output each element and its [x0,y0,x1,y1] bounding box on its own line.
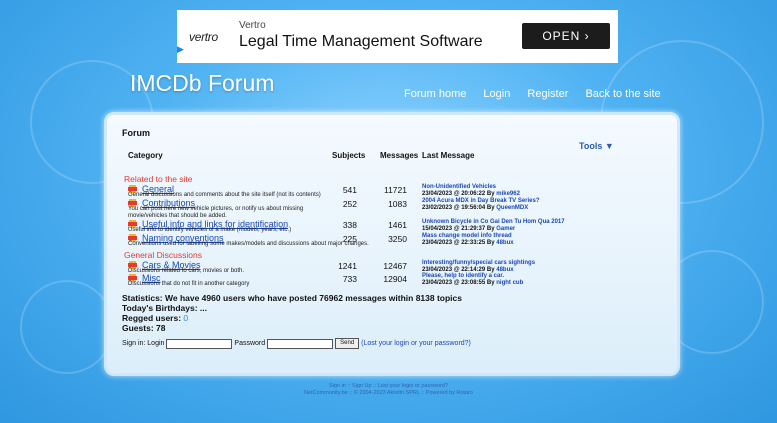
category-description: You can post here new vehicle pictures, … [128,206,304,219]
footer-copyright: NetCommunity.be :: © 2004-2023 Akretin S… [304,390,473,396]
login-label: Sign in: Login [122,340,165,347]
bg-swirl [20,280,114,374]
messages-count: 12904 [383,274,407,284]
messages-count: 3250 [388,234,407,244]
statistics-line: Statistics: We have 4960 users who have … [122,293,462,303]
last-date: 15/04/2023 @ 21:29:37 By [422,226,495,232]
subjects-count: 225 [342,234,357,244]
last-message-meta: 23/02/2023 @ 19:56:04 By QueenMDX [422,205,528,211]
login-input[interactable] [166,338,233,349]
subjects-count: 338 [342,220,357,230]
last-topic-link[interactable]: Mass change model info thread [422,233,512,239]
last-message-meta: 15/04/2023 @ 21:29:37 By Gamer [422,226,515,232]
messages-count: 1461 [388,220,407,230]
last-date: 23/02/2023 @ 19:56:04 By [422,205,495,211]
header-last-message: Last Message [422,151,475,160]
panel-title: Forum [122,128,150,138]
subjects-count: 1241 [338,261,357,271]
forum-panel: Forum Tools ▼ Category Subjects Messages… [104,112,680,376]
nav-forum-home[interactable]: Forum home [404,88,466,100]
nav-back-to-site[interactable]: Back to the site [585,88,660,100]
lost-password-link[interactable]: (Lost your login or your password?) [361,340,471,347]
guests-count: Guests: 78 [122,323,166,333]
last-user-link[interactable]: Gamer [496,226,515,232]
subjects-count: 252 [342,199,357,209]
last-topic-link[interactable]: Non-Unidentified Vehicles [422,184,496,190]
last-user-link[interactable]: QueenMDX [496,205,528,211]
category-description: Conventions used for labelling some make… [128,241,369,247]
password-input[interactable] [267,338,334,349]
last-topic-link[interactable]: Interesting/funny/special cars sightings [422,260,535,266]
logged-users-count[interactable]: 0 [183,313,188,323]
todays-birthdays: Today's Birthdays: ... [122,303,207,313]
last-topic-link[interactable]: Unknown Bicycle in Co Gai Den Tu Hom Qua… [422,219,565,225]
send-button[interactable]: Send [335,338,360,349]
ad-open-button[interactable]: OPEN › [522,23,610,49]
last-date: 23/04/2023 @ 20:06:22 By [422,191,495,197]
last-user-link[interactable]: 48bux [496,240,513,246]
caret-down-icon: ▼ [604,141,614,151]
adchoices-icon[interactable]: ▶ [177,44,186,62]
messages-count: 1083 [388,199,407,209]
site-title[interactable]: IMCDb Forum [130,70,274,97]
footer-links[interactable]: Sign in :: Sign Up :: Lost your login or… [0,383,777,389]
logged-users: Regged users: 0 [122,313,188,323]
nav-login[interactable]: Login [483,88,510,100]
tools-label: Tools [579,141,603,151]
chevron-right-icon: › [584,29,590,43]
nav-register[interactable]: Register [527,88,568,100]
ad-brand: Vertro [239,20,266,31]
header-subjects: Subjects [332,151,366,160]
last-topic-link[interactable]: Please, help to identify a car. [422,273,504,279]
logged-users-label: Regged users: [122,313,182,323]
header-messages: Messages [380,151,419,160]
advertisement-banner[interactable]: ▶ vertro Vertro Legal Time Management So… [177,10,618,63]
subjects-count: 733 [342,274,357,284]
last-date: 23/04/2023 @ 23:08:55 By [422,280,495,286]
messages-count: 11721 [383,185,407,195]
ad-logo: vertro [189,30,218,44]
category-description: Discussions that do not fit in another c… [128,281,250,287]
last-date: 23/04/2023 @ 22:33:25 By [422,240,495,246]
ad-open-label: OPEN [542,29,581,43]
last-message-meta: 23/04/2023 @ 20:06:22 By mike962 [422,191,520,197]
messages-count: 12467 [383,261,407,271]
top-navigation: Forum home Login Register Back to the si… [404,88,675,100]
last-message-meta: 23/04/2023 @ 23:08:55 By night cub [422,280,523,286]
section-general-discussions: General Discussions [124,250,202,260]
last-message-meta: 23/04/2023 @ 22:33:25 By 48bux [422,240,514,246]
ad-headline[interactable]: Legal Time Management Software [239,33,483,51]
last-user-link[interactable]: night cub [496,280,523,286]
tools-menu[interactable]: Tools ▼ [579,141,614,151]
last-user-link[interactable]: mike962 [496,191,520,197]
subjects-count: 541 [342,185,357,195]
section-related-to-site: Related to the site [124,174,193,184]
password-label: Password [234,340,266,347]
last-topic-link[interactable]: 2004 Acura MDX in Day Break TV Series? [422,198,540,204]
signin-form: Sign in: Login Password Send (Lost your … [122,338,471,349]
header-category: Category [128,151,163,160]
